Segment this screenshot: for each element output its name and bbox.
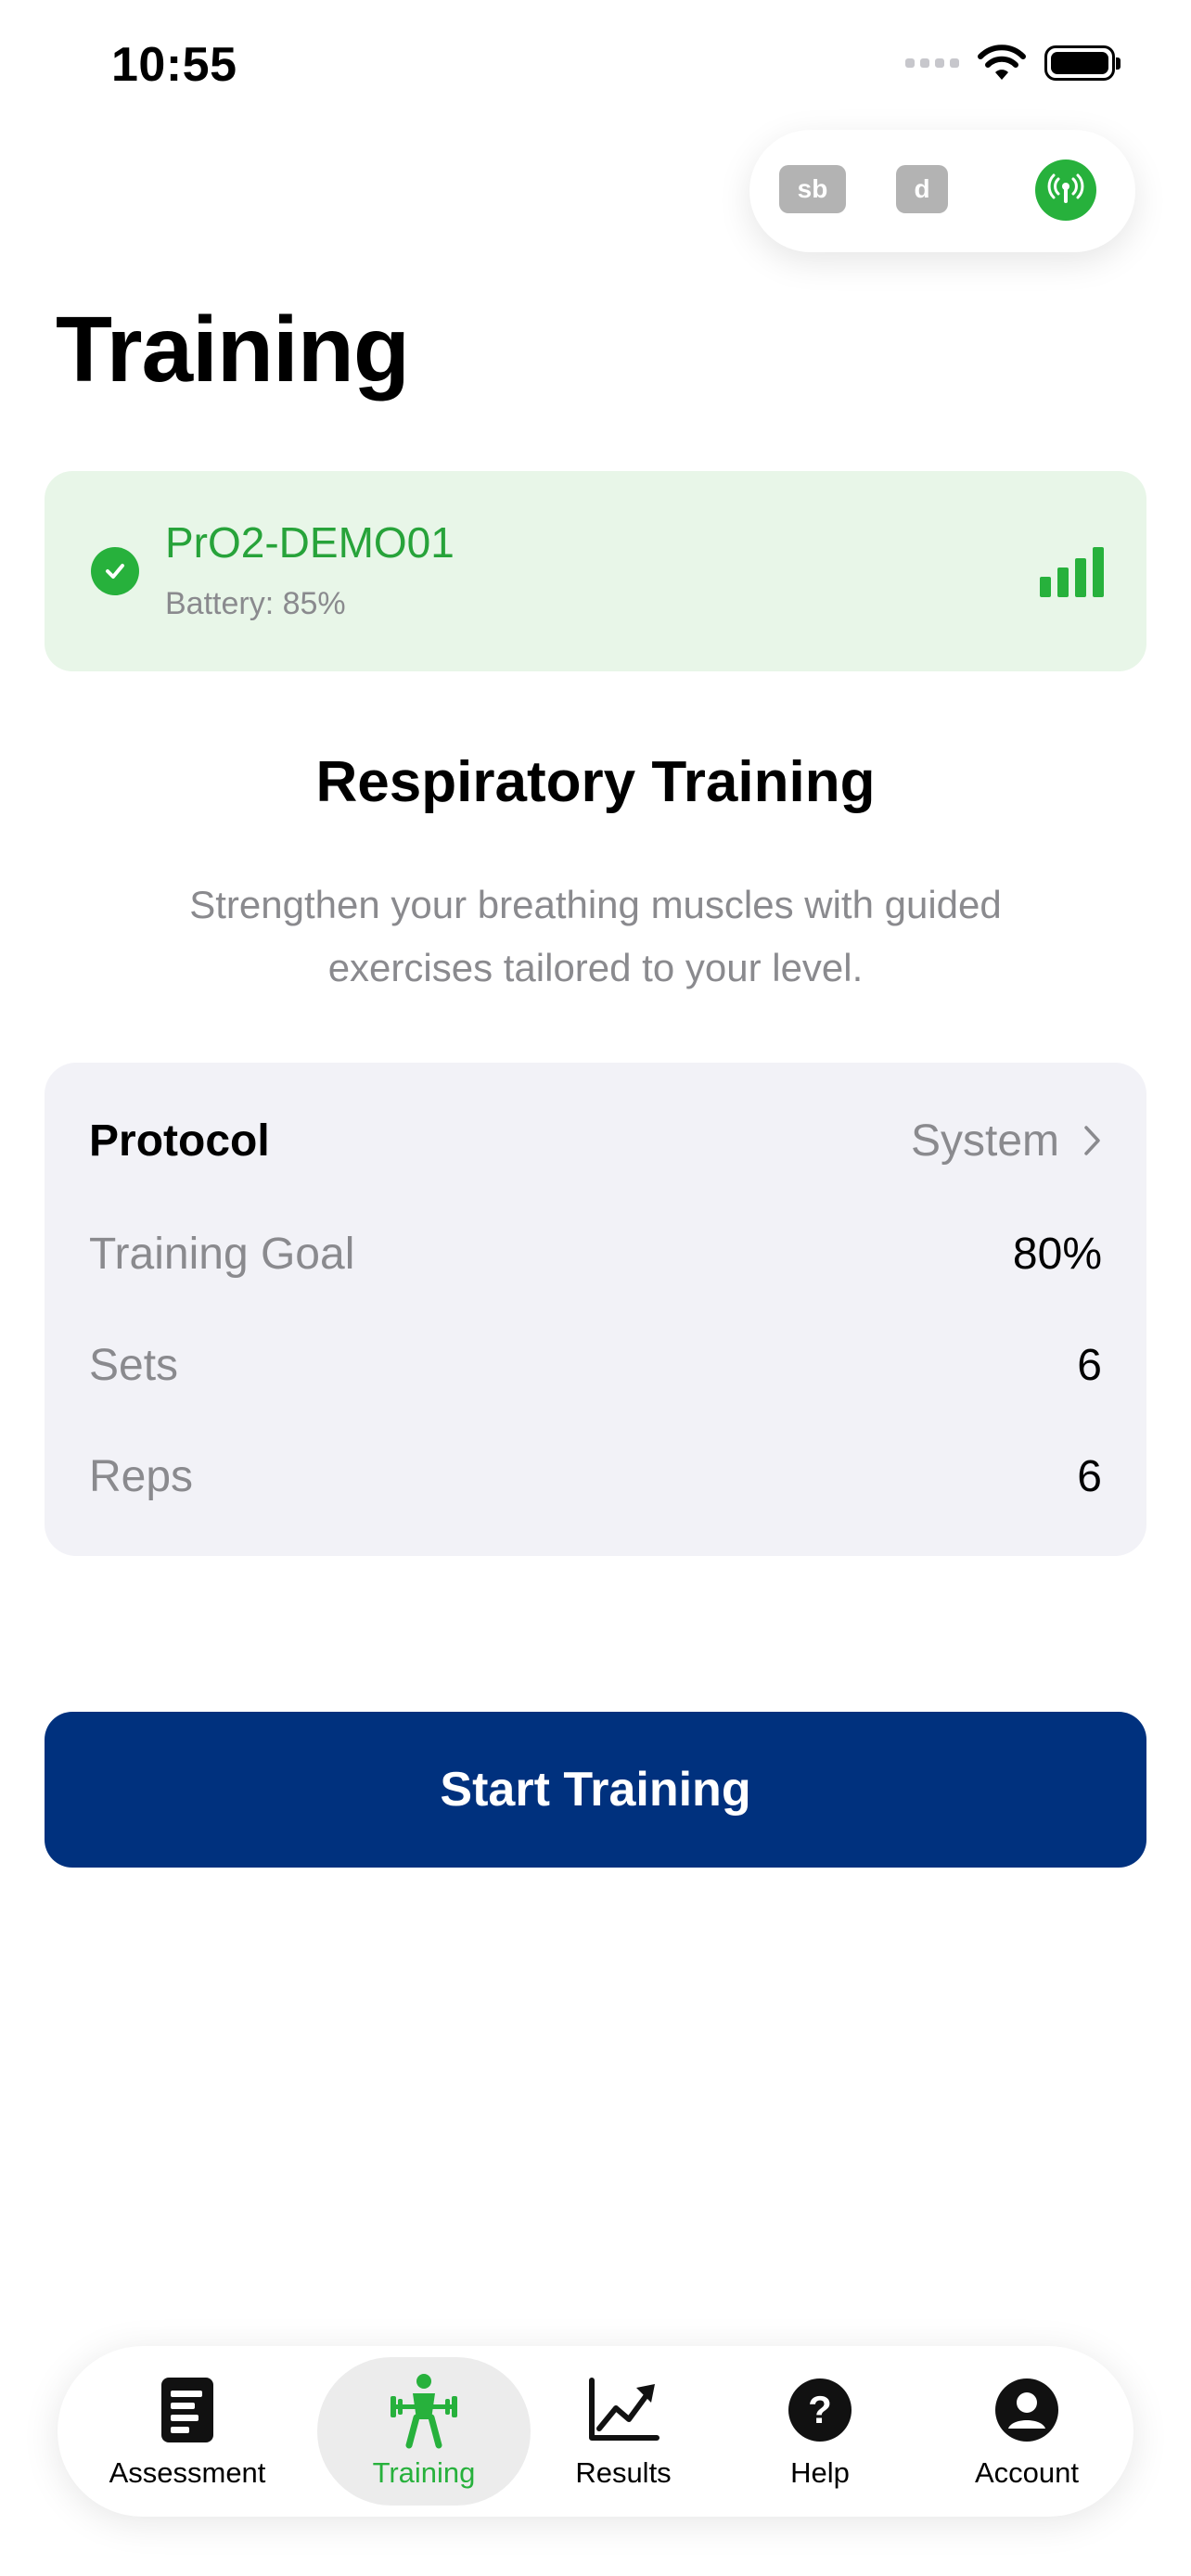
tab-help[interactable]: ? Help	[746, 2346, 894, 2517]
protocol-value: System	[910, 1116, 1059, 1166]
reps-value: 6	[1077, 1451, 1102, 1501]
checkmark-icon	[91, 547, 139, 595]
start-training-button[interactable]: Start Training	[45, 1712, 1146, 1868]
cellular-signal-icon	[905, 58, 959, 68]
account-icon	[995, 2378, 1058, 2442]
tab-account[interactable]: Account	[939, 2346, 1115, 2517]
chart-trend-icon	[589, 2378, 660, 2441]
device-status-card[interactable]: PrO2-DEMO01 Battery: 85%	[45, 471, 1146, 671]
d-chip[interactable]: d	[896, 165, 948, 213]
battery-icon	[1044, 45, 1121, 81]
signal-strength-icon	[1040, 545, 1104, 597]
wifi-icon	[978, 45, 1026, 80]
sets-row: Sets 6	[89, 1332, 1102, 1398]
reps-label: Reps	[89, 1451, 194, 1501]
debug-toolbar: sb d	[749, 130, 1135, 252]
tab-results-label: Results	[575, 2456, 672, 2489]
training-screen: 10:55 sb d Training PrO2-DEMO01 Battery:…	[0, 0, 1191, 2576]
page-title: Training	[56, 298, 410, 402]
reps-row: Reps 6	[89, 1443, 1102, 1510]
tab-assessment[interactable]: Assessment	[95, 2346, 280, 2517]
status-time: 10:55	[111, 38, 237, 92]
tab-account-label: Account	[974, 2456, 1079, 2489]
tab-training[interactable]: Training	[331, 2346, 517, 2517]
antenna-icon	[1047, 173, 1084, 203]
chevron-right-icon	[1084, 1126, 1100, 1155]
svg-text:?: ?	[808, 2388, 832, 2431]
sets-label: Sets	[89, 1340, 179, 1390]
training-goal-row: Training Goal 80%	[89, 1220, 1102, 1287]
device-battery: Battery: 85%	[165, 586, 346, 621]
training-goal-label: Training Goal	[89, 1229, 355, 1279]
antenna-button[interactable]	[1035, 159, 1096, 221]
training-settings-card: Protocol System Training Goal 80% Sets 6…	[45, 1063, 1146, 1556]
tab-assessment-label: Assessment	[109, 2456, 266, 2489]
sb-chip[interactable]: sb	[779, 165, 846, 213]
device-name: PrO2-DEMO01	[165, 518, 455, 567]
protocol-label: Protocol	[89, 1116, 270, 1166]
assessment-icon	[161, 2378, 213, 2442]
tab-training-label: Training	[372, 2456, 476, 2489]
protocol-value-group: System	[911, 1116, 1102, 1167]
tab-bar: Assessment Training Results ? Help Accou…	[58, 2346, 1133, 2517]
section-description: Strengthen your breathing muscles with g…	[189, 883, 1002, 989]
protocol-row[interactable]: Protocol System	[89, 1107, 1102, 1174]
weightlifter-icon	[391, 2374, 457, 2449]
training-goal-value: 80%	[1012, 1229, 1102, 1279]
tab-help-label: Help	[790, 2456, 850, 2489]
tab-results[interactable]: Results	[549, 2346, 698, 2517]
status-indicators	[905, 45, 1121, 82]
section-title: Respiratory Training	[315, 750, 876, 814]
sets-value: 6	[1077, 1340, 1102, 1390]
help-icon: ?	[788, 2378, 852, 2442]
